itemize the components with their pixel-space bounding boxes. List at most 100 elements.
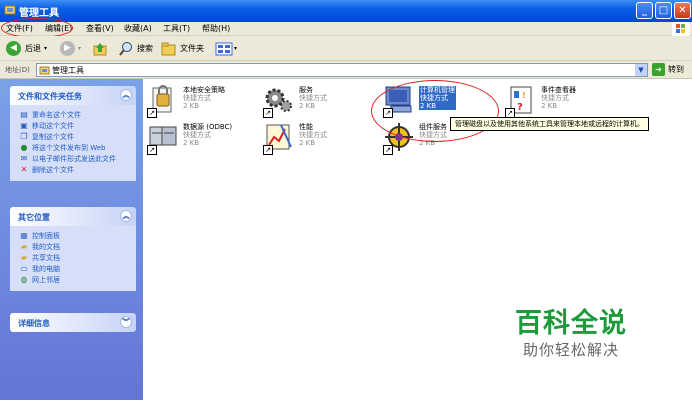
address-dropdown-icon[interactable]: ▼ xyxy=(635,64,647,76)
title-bar: 管理工具 _ □ ✕ xyxy=(0,0,692,22)
task-label: 移动这个文件 xyxy=(32,122,74,130)
web-publish-icon: ● xyxy=(20,143,28,152)
toolbar: ◀ 后退 ▾ ▶ ▾ 搜索 文件夹 ▾ xyxy=(0,36,692,61)
file-kind: 快捷方式 xyxy=(183,131,211,139)
file-item-local-security-policy[interactable]: ↗ 本地安全策略 快捷方式 2 KB xyxy=(147,84,267,122)
file-item-services[interactable]: ↗ 服务 快捷方式 2 KB xyxy=(263,84,383,122)
minimize-button[interactable]: _ xyxy=(636,2,653,19)
file-item-odbc[interactable]: ↗ 数据源 (ODBC) 快捷方式 2 KB xyxy=(147,121,267,159)
copy-icon: ❐ xyxy=(20,132,28,141)
window-title: 管理工具 xyxy=(19,8,59,19)
task-pane: 文件和文件夹任务 ︽ ▤ 重命名这个文件 ▣ 移动这个文件 ❐ 复制这个文件 ●… xyxy=(0,79,143,400)
task-label: 重命名这个文件 xyxy=(32,111,81,119)
file-item-performance[interactable]: ↗ 性能 快捷方式 2 KB xyxy=(263,121,383,159)
file-kind: 快捷方式 xyxy=(541,94,569,102)
task-move[interactable]: ▣ 移动这个文件 xyxy=(19,121,136,131)
file-name: 数据源 (ODBC) xyxy=(183,123,233,131)
menu-view[interactable]: 查看(V) xyxy=(86,23,114,34)
place-label: 网上邻居 xyxy=(32,276,60,284)
place-my-documents[interactable]: ▰ 我的文档 xyxy=(19,242,136,252)
menu-favorites[interactable]: 收藏(A) xyxy=(124,23,152,34)
collapse-icon[interactable]: ︽ xyxy=(120,210,132,222)
shortcut-arrow-icon: ↗ xyxy=(263,108,273,118)
shortcut-arrow-icon: ↗ xyxy=(147,145,157,155)
file-name: 性能 xyxy=(299,123,313,131)
task-label: 将这个文件发布到 Web xyxy=(32,144,106,152)
back-dropdown-icon[interactable]: ▾ xyxy=(44,45,47,52)
other-places-header[interactable]: 其它位置 ︽ xyxy=(10,207,136,226)
shortcut-arrow-icon: ↗ xyxy=(263,145,273,155)
shared-documents-icon: ▰ xyxy=(20,253,28,262)
place-shared-documents[interactable]: ▰ 共享文档 xyxy=(19,253,136,263)
file-kind: 快捷方式 xyxy=(183,94,211,102)
close-button[interactable]: ✕ xyxy=(674,2,691,19)
go-button[interactable]: ➜ 转到 xyxy=(652,63,684,76)
file-size: 2 KB xyxy=(541,102,558,110)
place-label: 共享文档 xyxy=(32,254,60,262)
place-my-computer[interactable]: ▭ 我的电脑 xyxy=(19,264,136,274)
views-button[interactable]: ▾ xyxy=(215,39,237,58)
search-label: 搜索 xyxy=(137,44,153,53)
task-publish-web[interactable]: ● 将这个文件发布到 Web xyxy=(19,143,136,153)
other-places-panel: 其它位置 ︽ ▦ 控制面板 ▰ 我的文档 ▰ 共享文档 ▭ 我的电脑 ◍ 网上邻… xyxy=(10,207,136,291)
shortcut-arrow-icon: ↗ xyxy=(383,145,393,155)
up-folder-icon xyxy=(93,42,107,55)
watermark: 百科全说 助你轻松解决 xyxy=(515,308,627,360)
place-network[interactable]: ◍ 网上邻居 xyxy=(19,275,136,285)
search-button[interactable]: 搜索 xyxy=(118,39,153,58)
go-label: 转到 xyxy=(668,65,684,74)
task-label: 删除这个文件 xyxy=(32,166,74,174)
address-label: 地址(D) xyxy=(5,66,30,74)
menu-bar: 文件(F) 编辑(E) 查看(V) 收藏(A) 工具(T) 帮助(H) xyxy=(0,22,692,36)
other-places-list: ▦ 控制面板 ▰ 我的文档 ▰ 共享文档 ▭ 我的电脑 ◍ 网上邻居 xyxy=(10,226,136,291)
folders-button[interactable]: 文件夹 xyxy=(161,39,204,58)
place-control-panel[interactable]: ▦ 控制面板 xyxy=(19,231,136,241)
expand-icon[interactable]: ︾ xyxy=(120,316,132,328)
file-kind: 快捷方式 xyxy=(299,94,327,102)
file-size: 2 KB xyxy=(183,102,200,110)
collapse-icon[interactable]: ︽ xyxy=(120,89,132,101)
file-name: 事件查看器 xyxy=(541,86,576,94)
maximize-button[interactable]: □ xyxy=(655,2,672,19)
task-label: 以电子邮件形式发送此文件 xyxy=(32,155,116,163)
details-title: 详细信息 xyxy=(18,319,50,328)
other-places-title: 其它位置 xyxy=(18,213,50,222)
views-dropdown-icon: ▾ xyxy=(234,45,238,52)
forward-button[interactable]: ▶ ▾ xyxy=(60,39,81,58)
file-kind: 快捷方式 xyxy=(299,131,327,139)
svg-text:!: ! xyxy=(522,91,526,100)
file-tasks-list: ▤ 重命名这个文件 ▣ 移动这个文件 ❐ 复制这个文件 ● 将这个文件发布到 W… xyxy=(10,105,136,181)
back-label: 后退 xyxy=(25,44,41,53)
file-size: 2 KB xyxy=(183,139,200,147)
forward-dropdown-icon[interactable]: ▾ xyxy=(78,45,81,52)
up-folder-button[interactable] xyxy=(92,39,108,58)
file-tasks-title: 文件和文件夹任务 xyxy=(18,92,82,101)
file-tasks-header[interactable]: 文件和文件夹任务 ︽ xyxy=(10,86,136,105)
shortcut-arrow-icon: ↗ xyxy=(147,108,157,118)
back-button[interactable]: ◀ 后退 ▾ xyxy=(6,39,47,58)
task-email[interactable]: ✉ 以电子邮件形式发送此文件 xyxy=(19,154,136,164)
admin-tools-icon xyxy=(4,5,16,15)
admin-tools-icon xyxy=(39,66,50,75)
item-tooltip: 管理磁盘以及使用其他系统工具来管理本地或远程的计算机。 xyxy=(450,117,649,131)
place-label: 我的电脑 xyxy=(32,265,60,273)
task-delete[interactable]: ✕ 删除这个文件 xyxy=(19,165,136,175)
task-label: 复制这个文件 xyxy=(32,133,74,141)
details-header[interactable]: 详细信息 ︾ xyxy=(10,313,136,332)
watermark-title: 百科全说 xyxy=(515,308,627,339)
forward-arrow-icon: ▶ xyxy=(60,41,75,56)
menu-help[interactable]: 帮助(H) xyxy=(202,23,230,34)
rename-icon: ▤ xyxy=(20,110,28,119)
my-documents-icon: ▰ xyxy=(20,242,28,251)
address-value: 管理工具 xyxy=(52,66,84,75)
watermark-subtitle: 助你轻松解决 xyxy=(523,341,620,359)
place-label: 控制面板 xyxy=(32,232,60,240)
menu-tools[interactable]: 工具(T) xyxy=(163,23,190,34)
task-rename[interactable]: ▤ 重命名这个文件 xyxy=(19,110,136,120)
go-arrow-icon: ➜ xyxy=(652,63,665,76)
file-size: 2 KB xyxy=(299,139,316,147)
address-input[interactable]: 管理工具 ▼ xyxy=(36,63,648,77)
my-computer-icon: ▭ xyxy=(20,264,28,273)
task-copy[interactable]: ❐ 复制这个文件 xyxy=(19,132,136,142)
place-label: 我的文档 xyxy=(32,243,60,251)
